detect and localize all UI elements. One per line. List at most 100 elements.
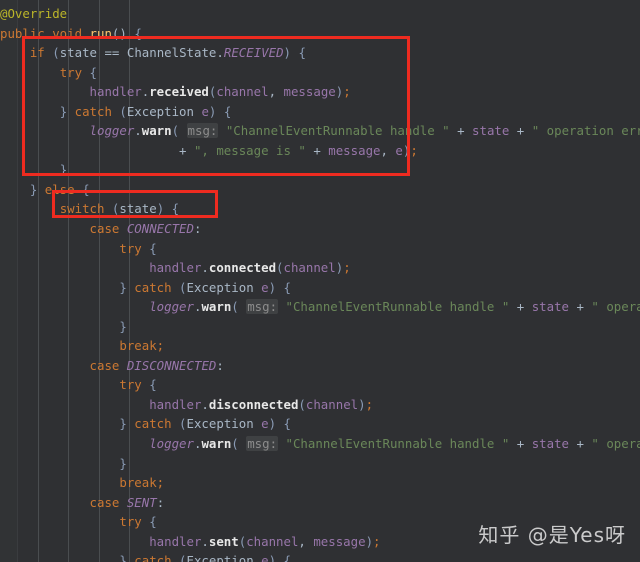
code-token: state xyxy=(531,299,570,315)
code-token: , xyxy=(298,533,314,549)
code-token: catch xyxy=(134,279,180,295)
code-token: ( xyxy=(179,279,187,295)
code-token: warn xyxy=(141,123,172,139)
code-token: catch xyxy=(134,553,180,562)
code-token: } xyxy=(59,162,68,178)
code-token: case xyxy=(89,494,127,510)
code-token: Exception xyxy=(126,103,202,119)
code-token: ) xyxy=(268,553,277,562)
code-line: } catch (Exception e) { xyxy=(0,278,640,298)
code-token: Exception xyxy=(186,416,262,432)
code-token: try xyxy=(119,377,150,393)
code-token: run xyxy=(89,25,112,41)
code-token: , xyxy=(380,142,396,158)
code-token: channel xyxy=(283,260,336,276)
code-token: handler xyxy=(149,260,202,276)
code-token: break xyxy=(119,338,157,354)
code-token: try xyxy=(59,64,90,80)
code-token: + xyxy=(569,299,592,315)
code-token: { xyxy=(216,103,232,119)
code-token: received xyxy=(149,84,209,100)
code-token: ( xyxy=(119,103,127,119)
code-token: handler xyxy=(89,84,142,100)
code-token: catch xyxy=(134,416,180,432)
code-token: { xyxy=(276,553,291,562)
code-token: try xyxy=(119,240,150,256)
code-token: { xyxy=(276,416,291,432)
code-token: " operation error" xyxy=(591,299,640,315)
code-token: channel xyxy=(305,396,359,412)
code-token: Exception xyxy=(186,553,262,562)
watermark: 知乎 @是Yes呀 xyxy=(478,523,626,547)
code-token: { xyxy=(291,45,306,61)
code-token: ( xyxy=(179,553,187,562)
code-token: { xyxy=(149,514,157,530)
code-token: ; xyxy=(156,338,165,354)
code-token: ( xyxy=(298,396,306,412)
code-token: + xyxy=(509,299,532,315)
code-line: + ", message is " + message, e); xyxy=(0,141,640,161)
code-token: " operation error" xyxy=(531,123,640,139)
code-token: . xyxy=(201,533,209,549)
code-token: } xyxy=(119,416,135,432)
code-token: warn xyxy=(201,299,232,315)
code-token: e xyxy=(201,103,209,119)
code-token: e xyxy=(395,142,403,158)
code-token: state xyxy=(59,45,98,61)
code-token: ; xyxy=(373,533,381,549)
code-line: logger.warn( msg: "ChannelEventRunnable … xyxy=(0,121,640,141)
code-token: . xyxy=(134,123,142,139)
code-token: { xyxy=(164,201,180,217)
code-content[interactable]: @Override public void run() { if (state =… xyxy=(0,0,640,562)
code-line: case SENT: xyxy=(0,493,640,513)
code-line: try { xyxy=(0,63,640,83)
code-token: } xyxy=(119,279,135,295)
code-token: + xyxy=(119,142,194,158)
code-token: ( xyxy=(276,260,284,276)
code-token: { xyxy=(89,64,97,80)
code-token: CONNECTED xyxy=(126,221,194,237)
code-token: } xyxy=(119,455,127,471)
code-token: channel xyxy=(216,84,269,100)
code-token: Exception xyxy=(186,279,262,295)
code-token: () xyxy=(111,25,135,41)
code-token: } xyxy=(119,318,127,334)
code-line: case DISCONNECTED: xyxy=(0,356,640,376)
code-token: ) xyxy=(268,416,277,432)
code-token: ( xyxy=(171,123,187,139)
code-editor[interactable]: @Override public void run() { if (state =… xyxy=(0,0,640,562)
code-token: { xyxy=(82,181,90,197)
code-token: else xyxy=(44,181,83,197)
code-line: try { xyxy=(0,239,640,259)
code-token: : xyxy=(193,221,202,237)
code-token: . xyxy=(216,45,224,61)
code-token: msg: xyxy=(246,436,279,452)
code-token: : xyxy=(156,494,165,510)
code-token: { xyxy=(149,240,157,256)
code-line: } catch (Exception e) { xyxy=(0,551,640,562)
code-token: } xyxy=(29,181,45,197)
code-token: break xyxy=(119,475,157,491)
code-token: state xyxy=(472,123,510,139)
code-token: state xyxy=(119,201,157,217)
code-token: catch xyxy=(74,103,120,119)
code-token: "ChannelEventRunnable handle " xyxy=(285,299,510,315)
code-token: ) xyxy=(268,279,277,295)
code-line: logger.warn( msg: "ChannelEventRunnable … xyxy=(0,434,640,454)
code-token: { xyxy=(276,279,291,295)
code-token: logger xyxy=(149,436,194,452)
code-token: channel xyxy=(246,533,299,549)
code-line: } else { xyxy=(0,180,640,200)
code-line: if (state == ChannelState.RECEIVED) { xyxy=(0,43,640,63)
code-line: } xyxy=(0,317,640,337)
code-line: @Override xyxy=(0,4,640,24)
code-line: break; xyxy=(0,336,640,356)
code-token: "ChannelEventRunnable handle " xyxy=(285,436,510,452)
code-token: try xyxy=(119,514,150,530)
code-line: handler.received(channel, message); xyxy=(0,82,640,102)
code-token: ; xyxy=(156,475,165,491)
code-token: case xyxy=(89,357,127,373)
code-token: } xyxy=(119,553,135,562)
